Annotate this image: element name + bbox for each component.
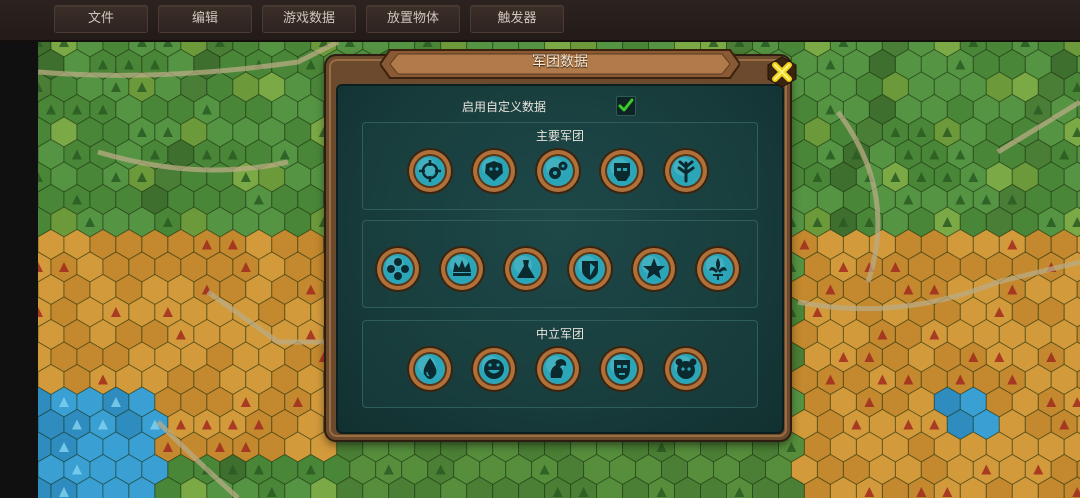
menu-trigger[interactable]: 触发器 [470,5,564,33]
menu-place-object[interactable]: 放置物体 [366,5,460,33]
dress-icon [503,246,549,292]
star-burst-icon [631,246,677,292]
custom-data-label: 启用自定义数据 [462,100,547,114]
legion-emblem-1[interactable] [374,245,422,293]
menu-edit[interactable]: 编辑 [158,5,252,33]
menu-game-data[interactable]: 游戏数据 [262,5,356,33]
major-legion-emblem-2[interactable] [470,147,518,195]
close-button[interactable] [766,56,798,88]
tribal-mask-icon [599,346,645,392]
crown-icon [439,246,485,292]
flower-icon [375,246,421,292]
neutral-legion-emblem-1[interactable] [406,345,454,393]
major-legion-emblem-5[interactable] [662,147,710,195]
major-legion-emblem-3[interactable] [534,147,582,195]
grin-face-icon [471,346,517,392]
major-legions-title: 主要军团 [535,129,584,143]
legion-emblem-2[interactable] [438,245,486,293]
title-banner: 军团数据 [378,46,742,82]
lion-icon [471,148,517,194]
neutral-legion-emblem-4[interactable] [598,345,646,393]
legion-emblem-4[interactable] [566,245,614,293]
major-legions-section: 主要军团 [362,122,758,210]
legion-emblem-6[interactable] [694,245,742,293]
neutral-legion-emblem-3[interactable] [534,345,582,393]
major-legion-emblem-4[interactable] [598,147,646,195]
top-toolbar: 文件 编辑 游戏数据 放置物体 触发器 [0,0,1080,42]
legion-data-dialog: 启用自定义数据 主要军团 中立军团 军团数据 [326,49,797,440]
neutral-legions-section: 中立军团 [362,320,758,408]
water-drop-icon [407,346,453,392]
fleur-de-lis-icon [695,246,741,292]
neutral-legion-emblem-5[interactable] [662,345,710,393]
dialog-body: 启用自定义数据 主要军团 中立军团 [336,84,784,434]
checkmark-icon [618,98,634,112]
legions-section [362,220,758,308]
crosshair-icon [407,148,453,194]
gears-icon [535,148,581,194]
neutral-legions-title: 中立军团 [535,327,584,341]
dialog-title: 军团数据 [532,54,588,70]
left-edge [0,42,38,498]
close-icon [767,56,797,88]
skull-mask-icon [599,148,645,194]
legion-emblem-3[interactable] [502,245,550,293]
wheat-icon [663,148,709,194]
legion-emblem-5[interactable] [630,245,678,293]
menu-file[interactable]: 文件 [54,5,148,33]
beast-face-icon [663,346,709,392]
custom-data-checkbox[interactable] [616,96,636,116]
shield-icon [567,246,613,292]
neutral-legion-emblem-2[interactable] [470,345,518,393]
major-legion-emblem-1[interactable] [406,147,454,195]
dragon-icon [535,346,581,392]
